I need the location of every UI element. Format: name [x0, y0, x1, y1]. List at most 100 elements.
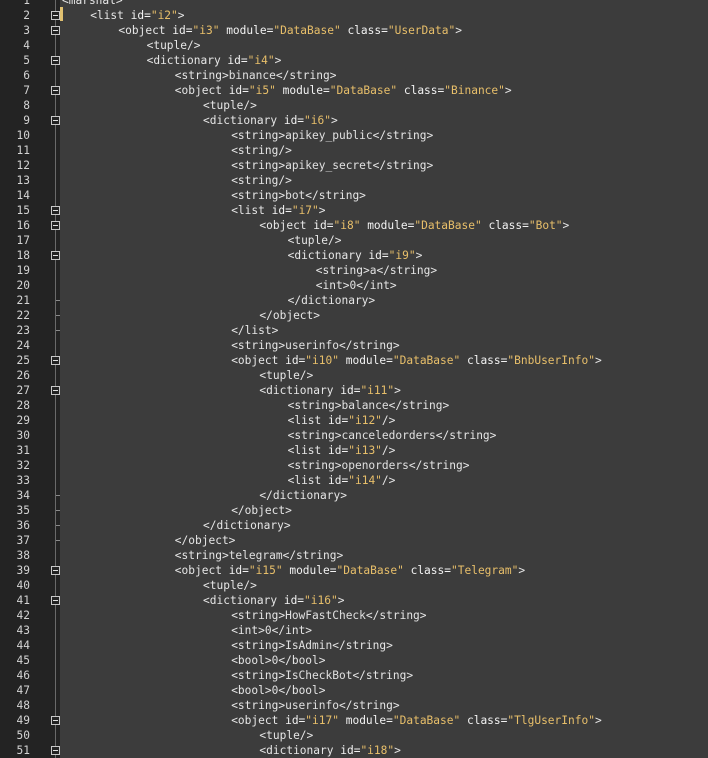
token-tag: <tuple/> [287, 234, 342, 247]
code-line[interactable]: 10 <string>apikey_public</string> [0, 128, 708, 143]
collapse-fold-icon[interactable] [51, 356, 60, 365]
code-line[interactable]: 34 </dictionary> [0, 488, 708, 503]
token-tag: <object [118, 24, 173, 37]
token-attr: class= [460, 354, 508, 367]
code-line[interactable]: 6 <string>binance</string> [0, 68, 708, 83]
token-attr: class= [340, 24, 388, 37]
code-line[interactable]: 38 <string>telegram</string> [0, 548, 708, 563]
code-line[interactable]: 30 <string>canceledorders</string> [0, 428, 708, 443]
collapse-fold-icon[interactable] [51, 206, 60, 215]
collapse-fold-icon[interactable] [51, 746, 60, 755]
line-number: 19 [16, 264, 30, 277]
code-text: </dictionary> [203, 518, 291, 533]
code-line[interactable]: 29 <list id="i12"/> [0, 413, 708, 428]
token-txt: userinfo [285, 699, 339, 712]
code-line[interactable]: 45 <bool>0</bool> [0, 653, 708, 668]
line-number: 46 [16, 669, 30, 682]
line-number: 2 [23, 9, 30, 22]
code-text: <string>bot</string> [231, 188, 366, 203]
code-text: <dictionary id="i16"> [203, 593, 344, 608]
code-line[interactable]: 23 </list> [0, 323, 708, 338]
token-attr: id= [283, 594, 305, 607]
code-line[interactable]: 2 <list id="i2"> [0, 8, 708, 23]
code-line[interactable]: 33 <list id="i14"/> [0, 473, 708, 488]
code-line[interactable]: 46 <string>IsCheckBot</string> [0, 668, 708, 683]
code-line[interactable]: 11 <string/> [0, 143, 708, 158]
code-text: <tuple/> [203, 578, 257, 593]
line-number: 48 [16, 699, 30, 712]
code-line[interactable]: 36 </dictionary> [0, 518, 708, 533]
code-line[interactable]: 39 <object id="i15" module="DataBase" cla… [0, 563, 708, 578]
token-txt: bot [285, 189, 306, 202]
code-line[interactable]: 24 <string>userinfo</string> [0, 338, 708, 353]
code-line[interactable]: 47 <bool>0</bool> [0, 683, 708, 698]
code-line[interactable]: 21 </dictionary> [0, 293, 708, 308]
token-val: "i17" [305, 714, 339, 727]
code-line[interactable]: 12 <string>apikey_secret</string> [0, 158, 708, 173]
code-editor[interactable]: 1 <marshal> 2 <list id="i2"> 3 <object id="i3… [0, 0, 708, 758]
code-text: <string>a</string> [316, 263, 437, 278]
code-line[interactable]: 4 <tuple/> [0, 38, 708, 53]
token-tag: </string> [275, 69, 337, 82]
line-number: 51 [16, 744, 30, 757]
token-tag: <dictionary [203, 594, 284, 607]
token-tag: </string> [388, 399, 450, 412]
code-line[interactable]: 25 <object id="i10" module="DataBase" cla… [0, 353, 708, 368]
code-line[interactable]: 31 <list id="i13"/> [0, 443, 708, 458]
token-tag: > [562, 219, 570, 232]
collapse-fold-icon[interactable] [51, 716, 60, 725]
code-lines[interactable]: 1 <marshal> 2 <list id="i2"> 3 <object id="i3… [0, 0, 708, 758]
code-line[interactable]: 9 <dictionary id="i6"> [0, 113, 708, 128]
collapse-fold-icon[interactable] [51, 251, 60, 260]
code-line[interactable]: 40 <tuple/> [0, 578, 708, 593]
code-line[interactable]: 3 <object id="i3" module="DataBase" class… [0, 23, 708, 38]
collapse-fold-icon[interactable] [51, 26, 60, 35]
token-tag: </dictionary> [203, 519, 291, 532]
code-line[interactable]: 15 <list id="i7"> [0, 203, 708, 218]
code-line[interactable]: 27 <dictionary id="i11"> [0, 383, 708, 398]
code-line[interactable]: 42 <string>HowFastCheck</string> [0, 608, 708, 623]
code-line[interactable]: 18 <dictionary id="i9"> [0, 248, 708, 263]
code-line[interactable]: 8 <tuple/> [0, 98, 708, 113]
code-line[interactable]: 13 <string/> [0, 173, 708, 188]
token-val: "i13" [348, 444, 382, 457]
code-line[interactable]: 16 <object id="i8" module="DataBase" clas… [0, 218, 708, 233]
code-line[interactable]: 26 <tuple/> [0, 368, 708, 383]
code-line[interactable]: 28 <string>balance</string> [0, 398, 708, 413]
token-tag: </bool> [278, 654, 326, 667]
code-text: <list id="i14"/> [288, 473, 396, 488]
code-line[interactable]: 1 <marshal> [0, 0, 708, 8]
code-line[interactable]: 5 <dictionary id="i4"> [0, 53, 708, 68]
code-line[interactable]: 14 <string>bot</string> [0, 188, 708, 203]
token-attr: id= [328, 444, 349, 457]
collapse-fold-icon[interactable] [51, 56, 60, 65]
code-line[interactable]: 22 </object> [0, 308, 708, 323]
collapse-fold-icon[interactable] [51, 116, 60, 125]
line-number: 10 [16, 129, 30, 142]
code-line[interactable]: 19 <string>a</string> [0, 263, 708, 278]
code-line[interactable]: 44 <string>IsAdmin</string> [0, 638, 708, 653]
collapse-fold-icon[interactable] [51, 596, 60, 605]
collapse-fold-icon[interactable] [51, 11, 60, 20]
code-line[interactable]: 35 </object> [0, 503, 708, 518]
collapse-fold-icon[interactable] [51, 221, 60, 230]
code-line[interactable]: 41 <dictionary id="i16"> [0, 593, 708, 608]
code-line[interactable]: 17 <tuple/> [0, 233, 708, 248]
code-line[interactable]: 43 <int>0</int> [0, 623, 708, 638]
code-line[interactable]: 32 <string>openorders</string> [0, 458, 708, 473]
token-tag: </object> [259, 309, 321, 322]
collapse-fold-icon[interactable] [51, 566, 60, 575]
code-line[interactable]: 37 </object> [0, 533, 708, 548]
code-text: <string>binance</string> [175, 68, 337, 83]
token-tag: <string> [174, 69, 229, 82]
token-tag: <dictionary [203, 114, 284, 127]
collapse-fold-icon[interactable] [51, 86, 60, 95]
code-line[interactable]: 7 <object id="i5" module="DataBase" class… [0, 83, 708, 98]
code-line[interactable]: 49 <object id="i17" module="DataBase" cla… [0, 713, 708, 728]
collapse-fold-icon[interactable] [51, 386, 60, 395]
fold-end-marker-icon [56, 510, 60, 511]
code-line[interactable]: 51 <dictionary id="i18"> [0, 743, 708, 758]
code-line[interactable]: 48 <string>userinfo</string> [0, 698, 708, 713]
code-line[interactable]: 50 <tuple/> [0, 728, 708, 743]
code-line[interactable]: 20 <int>0</int> [0, 278, 708, 293]
